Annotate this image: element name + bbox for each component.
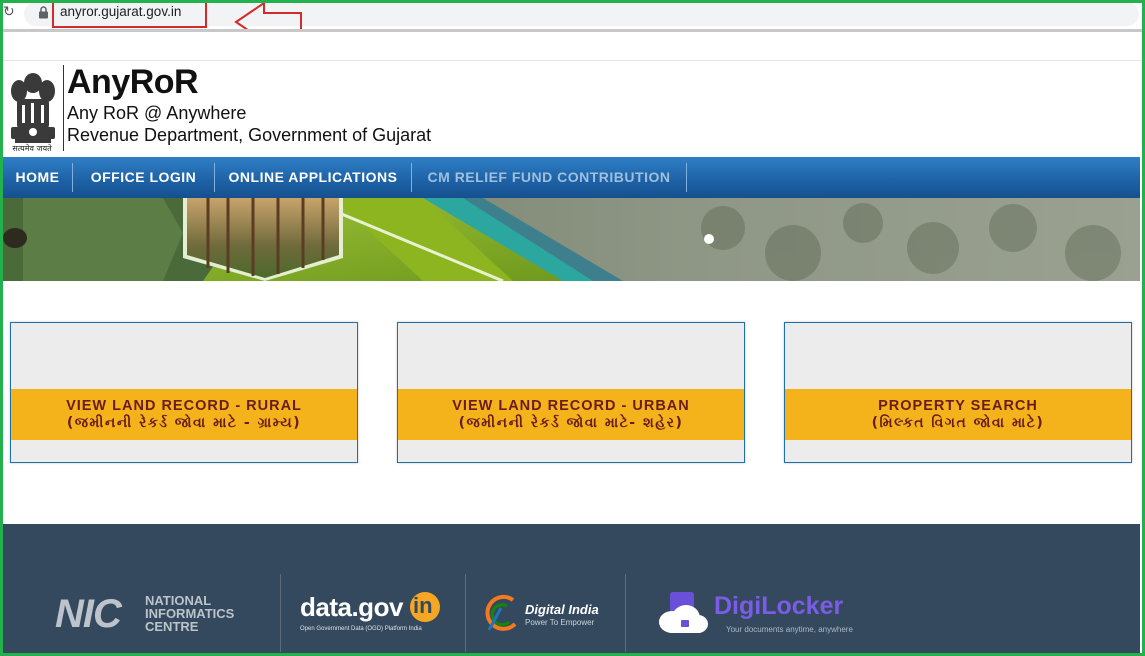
nav-separator <box>686 163 687 192</box>
digilocker-cloud-icon <box>659 592 708 633</box>
banner-image <box>3 198 1140 281</box>
datagov-suffix: in <box>413 593 433 618</box>
card-property-search[interactable]: PROPERTY SEARCH (મિલ્કત વિગત જોવા માટે) <box>784 322 1132 463</box>
digital-india-logo[interactable]: Digital India Power To Empower <box>483 592 613 637</box>
nic-mark: NIC <box>55 592 122 636</box>
site-header: सत्यमेव जयते AnyRoR Any RoR @ Anywhere R… <box>3 61 1142 157</box>
datagov-tagline: Open Government Data (OGD) Platform Indi… <box>300 626 422 632</box>
digilocker-tagline: Your documents anytime, anywhere <box>726 625 853 634</box>
nic-line3: CENTRE <box>145 619 199 634</box>
card-band[interactable]: VIEW LAND RECORD - RURAL (જમીનની રેકર્ડ … <box>11 389 357 440</box>
digilocker-name: DigiLocker <box>714 592 844 620</box>
card-land-record-rural[interactable]: VIEW LAND RECORD - RURAL (જમીનની રેકર્ડ … <box>10 322 358 463</box>
digital-india-name: Digital India <box>525 602 599 617</box>
card-title[interactable]: VIEW LAND RECORD - RURAL <box>11 398 357 414</box>
digital-india-tagline: Power To Empower <box>525 618 595 627</box>
footer-separator <box>280 574 281 652</box>
site-tagline: Any RoR @ Anywhere <box>67 103 247 123</box>
card-subtitle[interactable]: (જમીનની રેકર્ડ જોવા માટે- શહેર) <box>398 415 744 431</box>
nav-online-applications[interactable]: ONLINE APPLICATIONS <box>215 157 411 198</box>
digital-india-mark-icon <box>485 594 517 631</box>
datagov-name: data.gov <box>300 592 403 622</box>
digilocker-logo[interactable]: DigiLocker Your documents anytime, anywh… <box>658 590 858 640</box>
card-band[interactable]: PROPERTY SEARCH (મિલ્કત વિગત જોવા માટે) <box>785 389 1131 440</box>
department-name: Revenue Department, Government of Gujara… <box>67 125 432 145</box>
footer-separator <box>465 574 466 652</box>
national-emblem-icon <box>11 73 55 143</box>
card-subtitle[interactable]: (મિલ્કત વિગત જોવા માટે) <box>785 415 1131 431</box>
header-divider <box>63 65 64 151</box>
datagov-logo[interactable]: data.gov in Open Government Data (OGD) P… <box>300 592 450 637</box>
card-land-record-urban[interactable]: VIEW LAND RECORD - URBAN (જમીનની રેકર્ડ … <box>397 322 745 463</box>
lock-icon <box>39 6 48 19</box>
footer: NIC NATIONAL INFORMATICS CENTRE data.gov… <box>3 524 1140 653</box>
banner-slider <box>3 198 1140 281</box>
nic-logo[interactable]: NIC NATIONAL INFORMATICS CENTRE <box>55 592 265 636</box>
reload-icon[interactable]: ↻ <box>3 4 15 20</box>
main-navigation: HOME OFFICE LOGIN ONLINE APPLICATIONS CM… <box>3 157 1140 198</box>
browser-toolbar: ↻ anyror.gujarat.gov.in <box>0 0 1145 43</box>
card-band[interactable]: VIEW LAND RECORD - URBAN (જમીનની રેકર્ડ … <box>398 389 744 440</box>
nav-home[interactable]: HOME <box>3 157 72 198</box>
slider-dot[interactable] <box>704 234 714 244</box>
bookmarks-bar <box>3 32 1143 61</box>
nav-cm-relief-fund[interactable]: CM RELIEF FUND CONTRIBUTION <box>412 157 686 198</box>
card-subtitle[interactable]: (જમીનની રેકર્ડ જોવા માટે - ગ્રામ્ય) <box>11 415 357 431</box>
footer-separator <box>625 574 626 652</box>
card-title[interactable]: VIEW LAND RECORD - URBAN <box>398 398 744 414</box>
nav-office-login[interactable]: OFFICE LOGIN <box>73 157 214 198</box>
site-title: AnyRoR <box>67 63 199 101</box>
emblem-motto: सत्यमेव जयते <box>12 144 52 153</box>
url-highlight-box <box>52 0 207 28</box>
card-title[interactable]: PROPERTY SEARCH <box>785 398 1131 414</box>
